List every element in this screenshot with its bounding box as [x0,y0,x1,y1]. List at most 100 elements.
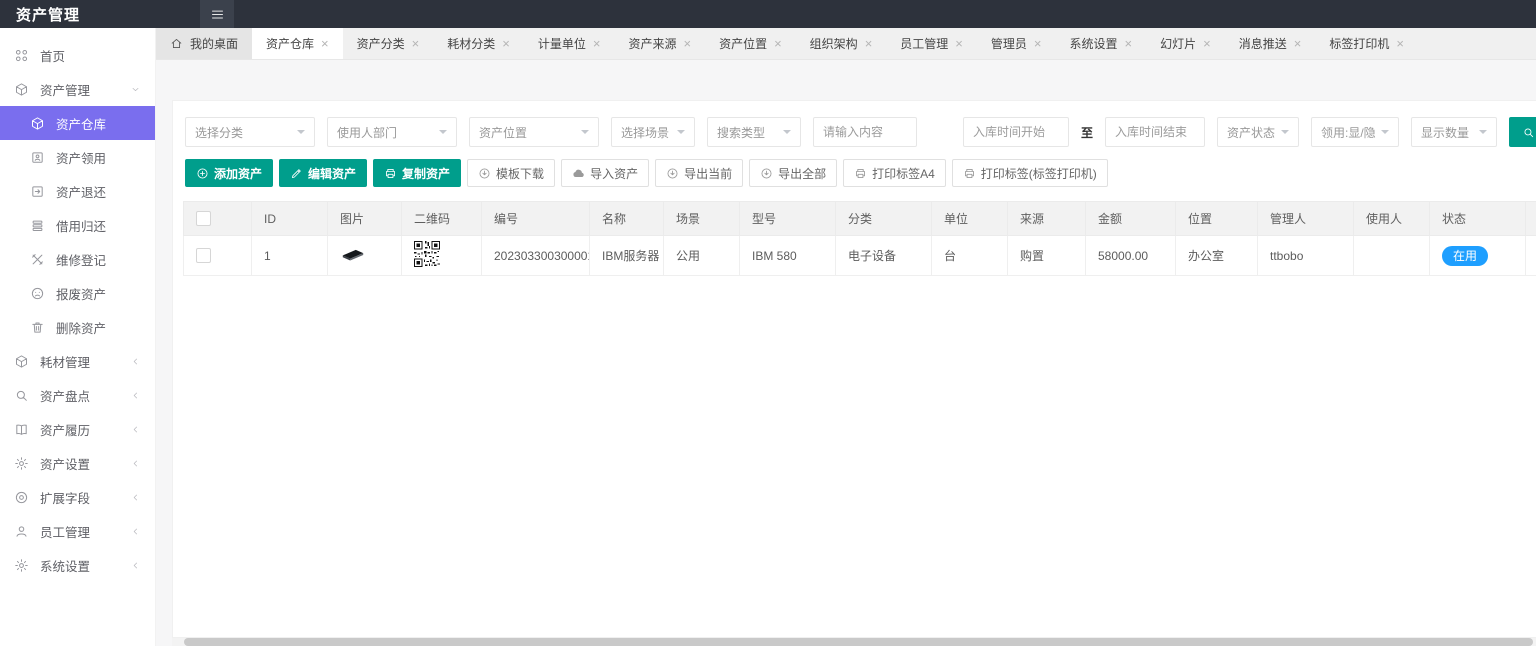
tab-close-icon[interactable]: × [1034,37,1042,50]
tab-label: 资产分类 [357,35,405,52]
claim-visibility-filter[interactable]: 领用:显/隐 [1311,117,1399,147]
tab-close-icon[interactable]: × [1294,37,1302,50]
column-header-user: 使用人 [1354,202,1430,236]
table-row: 1202303300300001IBM服务器公用IBM 580电子设备台购置58… [184,236,1536,276]
tab-close-icon[interactable]: × [412,37,420,50]
sidebar-subitem-borrow-return[interactable]: 借用归还 [0,208,155,242]
start-date-input[interactable] [963,117,1069,147]
sidebar-item-asset-inventory[interactable]: 资产盘点 [0,378,155,412]
tab-consumable-category[interactable]: 耗材分类× [433,28,524,59]
tab-org-structure[interactable]: 组织架构 × [796,28,887,59]
tab-slideshow[interactable]: 幻灯片× [1146,28,1225,59]
tab-asset-category[interactable]: 资产分类 × [343,28,434,59]
sidebar-subitem-asset-claim[interactable]: 资产领用 [0,140,155,174]
print-label-printer-button[interactable]: 打印标签(标签打印机) [952,159,1108,187]
horizontal-scrollbar-thumb[interactable] [184,638,1533,646]
tab-admin[interactable]: 管理员× [977,28,1056,59]
sidebar-item-asset-history[interactable]: 资产履历 [0,412,155,446]
sidebar-subitem-asset-warehouse[interactable]: 资产仓库 [0,106,155,140]
copy-asset-button[interactable]: 复制资产 [373,159,461,187]
sidebar-item-asset-management[interactable]: 资产管理 [0,72,155,106]
qr-code-image[interactable] [414,241,440,267]
select-label: 选择分类 [195,124,243,141]
tab-close-icon[interactable]: × [774,37,782,50]
select-all-checkbox[interactable] [196,211,211,226]
asset-image[interactable] [340,247,366,262]
tab-label: 组织架构 [810,35,858,52]
display-count-filter[interactable]: 显示数量 [1411,117,1497,147]
template-download-button[interactable]: 模板下载 [467,159,555,187]
tab-measure-unit[interactable]: 计量单位× [524,28,615,59]
edit-asset-button[interactable]: 编辑资产 [279,159,367,187]
home-icon [170,37,183,50]
location-filter[interactable]: 资产位置 [469,117,599,147]
sidebar-subitem-label: 借用归还 [56,216,106,235]
keyword-input[interactable] [813,117,917,147]
search-button[interactable]: 搜索 [1509,117,1536,147]
tab-close-icon[interactable]: × [502,37,510,50]
tab-label: 我的桌面 [190,35,238,52]
tab-close-icon[interactable]: × [1203,37,1211,50]
select-label: 使用人部门 [337,124,397,141]
tab-asset-source[interactable]: 资产来源× [614,28,705,59]
table-header-row: ID图片二维码编号名称场景型号分类单位来源金额位置管理人使用人状态创建时间 [184,202,1536,236]
tab-my-desktop[interactable]: 我的桌面 [156,28,252,59]
cell-image [328,236,402,276]
column-header-name: 名称 [590,202,664,236]
sidebar-item-employee-management[interactable]: 员工管理 [0,514,155,548]
end-date-input[interactable] [1105,117,1205,147]
sidebar-subitem-label: 资产领用 [56,148,106,167]
chevron-down-icon [439,130,447,138]
tab-label-printer[interactable]: 标签打印机× [1315,28,1418,59]
print-label-a4-button[interactable]: 打印标签A4 [843,159,946,187]
menu-toggle-button[interactable] [200,0,234,28]
export-current-button[interactable]: 导出当前 [655,159,743,187]
tab-employee-management[interactable]: 员工管理× [886,28,977,59]
import-asset-button[interactable]: 导入资产 [561,159,649,187]
row-checkbox[interactable] [196,248,211,263]
book-icon [14,422,29,437]
tab-message-push[interactable]: 消息推送 × [1225,28,1316,59]
scene-filter[interactable]: 选择场景 [611,117,695,147]
sidebar-item-system-settings[interactable]: 系统设置 [0,548,155,582]
cell-unit: 台 [932,236,1008,276]
sidebar-item-consumable-management[interactable]: 耗材管理 [0,344,155,378]
sidebar-item-label: 员工管理 [40,522,90,541]
button-label: 复制资产 [402,165,450,182]
tab-asset-location[interactable]: 资产位置× [705,28,796,59]
horizontal-scrollbar-track[interactable] [172,638,1536,646]
cell-select [184,236,252,276]
search-type-filter[interactable]: 搜索类型 [707,117,801,147]
sidebar-subitem-scrap-asset[interactable]: 报废资产 [0,276,155,310]
status-filter[interactable]: 资产状态 [1217,117,1299,147]
button-label: 导入资产 [590,165,638,182]
button-label: 导出全部 [778,165,826,182]
tab-close-icon[interactable]: × [955,37,963,50]
tab-close-icon[interactable]: × [321,37,329,50]
sidebar-item-home[interactable]: 首页 [0,38,155,72]
tab-close-icon[interactable]: × [865,37,873,50]
cell-amount: 58000.00 [1086,236,1176,276]
select-label: 显示数量 [1421,124,1469,141]
sidebar-subitem-repair-register[interactable]: 维修登记 [0,242,155,276]
category-filter[interactable]: 选择分类 [185,117,315,147]
chevron-down-icon [581,130,589,138]
tab-close-icon[interactable]: × [683,37,691,50]
sidebar-subitem-asset-return[interactable]: 资产退还 [0,174,155,208]
tab-system-settings[interactable]: 系统设置 × [1056,28,1147,59]
hamburger-icon [210,7,225,22]
sidebar-item-asset-settings[interactable]: 资产设置 [0,446,155,480]
tab-close-icon[interactable]: × [1125,37,1133,50]
add-asset-button[interactable]: 添加资产 [185,159,273,187]
export-all-button[interactable]: 导出全部 [749,159,837,187]
tab-close-icon[interactable]: × [593,37,601,50]
sidebar-subitem-delete-asset[interactable]: 删除资产 [0,310,155,344]
tab-label: 消息推送 [1239,35,1287,52]
cell-created [1526,236,1536,276]
plus-circle-icon [196,167,209,180]
sidebar-item-extend-fields[interactable]: 扩展字段 [0,480,155,514]
tab-close-icon[interactable]: × [1396,37,1404,50]
tab-label: 系统设置 [1070,35,1118,52]
tab-asset-warehouse[interactable]: 资产仓库× [252,28,343,59]
department-filter[interactable]: 使用人部门 [327,117,457,147]
